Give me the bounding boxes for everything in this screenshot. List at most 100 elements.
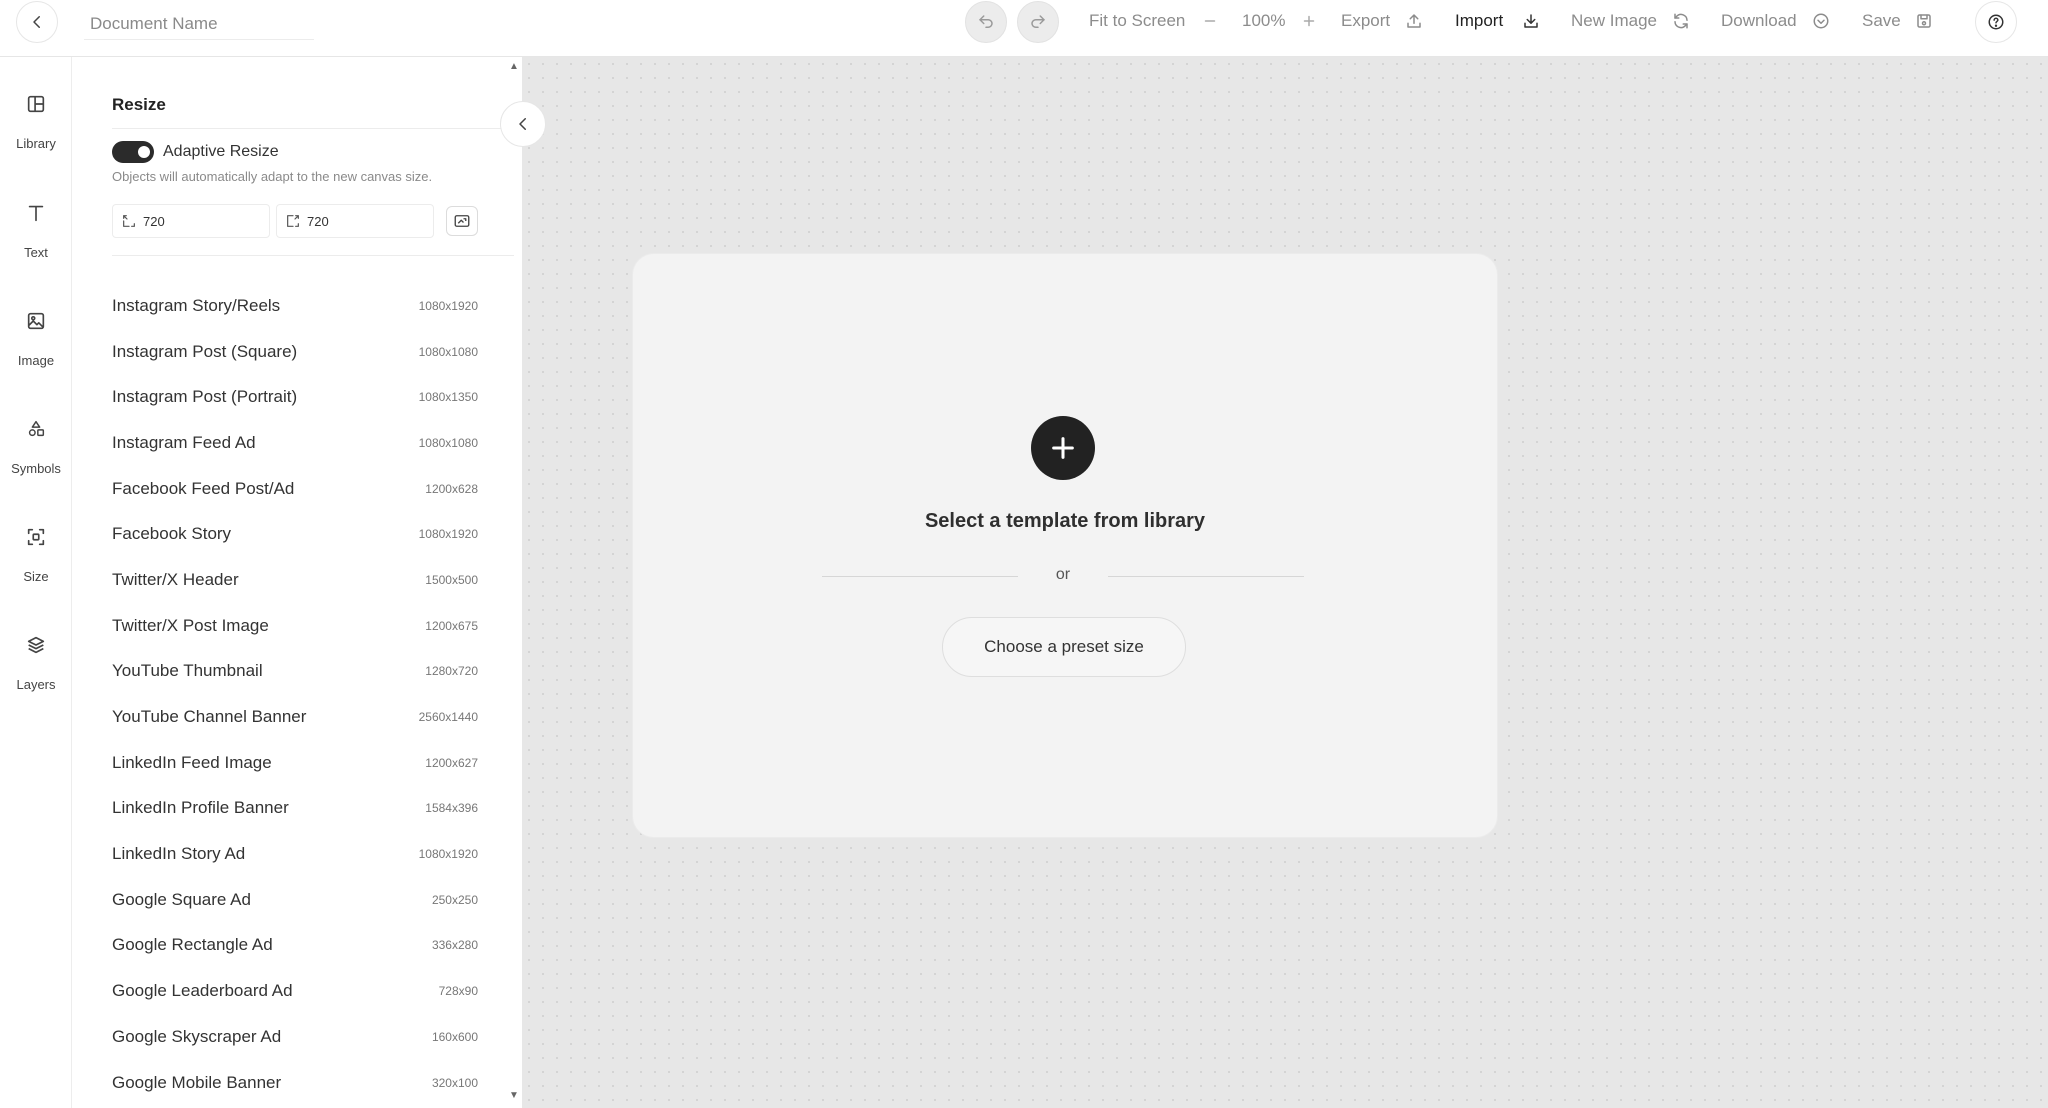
- zoom-out-button[interactable]: [1200, 11, 1220, 31]
- preset-size: 160x600: [431, 1029, 478, 1044]
- save-icon[interactable]: [1914, 11, 1934, 31]
- rail-label-layers: Layers: [16, 677, 56, 692]
- library-icon: [14, 82, 58, 126]
- help-icon: [1988, 14, 2004, 30]
- preset-name: YouTube Channel Banner: [112, 707, 307, 727]
- rail-item-size[interactable]: Size: [0, 515, 72, 605]
- preset-item[interactable]: Twitter/X Post Image 1200x675: [112, 603, 478, 649]
- undo-button[interactable]: [965, 1, 1007, 43]
- height-input[interactable]: 720: [276, 204, 434, 238]
- preset-size: 1080x1350: [418, 390, 478, 405]
- preset-size: 2560x1440: [418, 710, 478, 725]
- plus-icon: [1303, 15, 1315, 27]
- symbols-icon: [14, 407, 58, 451]
- preset-name: Instagram Post (Portrait): [112, 387, 298, 407]
- preset-name: Google Mobile Banner: [112, 1072, 282, 1092]
- empty-state-card: [632, 253, 1498, 838]
- top-toolbar: Fit to Screen 100% Export Import New Ima…: [0, 0, 2048, 57]
- preset-item[interactable]: Google Leaderboard Ad 728x90: [112, 968, 478, 1014]
- height-value: 720: [307, 213, 329, 229]
- preset-item[interactable]: LinkedIn Story Ad 1080x1920: [112, 831, 478, 877]
- zoom-in-button[interactable]: [1299, 11, 1319, 31]
- preset-name: Twitter/X Header: [112, 569, 239, 589]
- preset-item[interactable]: LinkedIn Profile Banner 1584x396: [112, 786, 478, 832]
- preset-item[interactable]: Google Square Ad 250x250: [112, 877, 478, 923]
- preset-item[interactable]: Google Mobile Banner 320x100: [112, 1060, 478, 1106]
- scroll-up-arrow[interactable]: ▲: [509, 62, 519, 72]
- rail-item-text[interactable]: Text: [0, 191, 72, 281]
- preset-size: 1080x1920: [418, 847, 478, 862]
- preset-size: 1500x500: [425, 572, 478, 587]
- preset-name: Google Square Ad: [112, 889, 251, 909]
- preset-item[interactable]: Instagram Feed Ad 1080x1080: [112, 420, 478, 466]
- toggle-knob: [138, 146, 150, 158]
- empty-state-title: Select a template from library: [924, 510, 1206, 532]
- preset-name: Google Rectangle Ad: [112, 935, 273, 955]
- download-button[interactable]: Download: [1721, 10, 1797, 32]
- zoom-level: 100%: [1242, 11, 1286, 30]
- rail-item-image[interactable]: Image: [0, 299, 72, 389]
- scroll-down-arrow[interactable]: ▼: [509, 1091, 519, 1101]
- preset-size: 1584x396: [425, 801, 478, 816]
- resize-panel: Resize Adaptive Resize Objects will auto…: [80, 57, 522, 1108]
- undo-icon: [979, 15, 993, 28]
- redo-button[interactable]: [1017, 1, 1059, 43]
- collapse-panel-button[interactable]: [500, 101, 546, 147]
- preset-list: Instagram Story/Reels 1080x1920 Instagram…: [112, 283, 478, 1105]
- new-image-button[interactable]: New Image: [1571, 10, 1657, 32]
- rail-label-library: Library: [16, 136, 56, 151]
- back-button[interactable]: [16, 1, 58, 43]
- document-name-input[interactable]: [84, 8, 314, 40]
- preset-item[interactable]: YouTube Channel Banner 2560x1440: [112, 694, 478, 740]
- adaptive-resize-toggle[interactable]: [112, 141, 154, 163]
- width-icon: [123, 215, 135, 227]
- preset-name: Google Skyscraper Ad: [112, 1026, 282, 1046]
- preset-item[interactable]: Facebook Feed Post/Ad 1200x628: [112, 466, 478, 512]
- size-icon: [14, 515, 58, 559]
- width-input[interactable]: 720: [112, 204, 270, 238]
- rail-label-text: Text: [24, 245, 48, 260]
- preset-item[interactable]: Twitter/X Header 1500x500: [112, 557, 478, 603]
- preset-item[interactable]: Instagram Post (Portrait) 1080x1350: [112, 374, 478, 420]
- rail-item-library[interactable]: Library: [0, 82, 72, 172]
- aspect-ratio-icon: [454, 215, 470, 227]
- aspect-ratio-button[interactable]: [446, 206, 478, 236]
- preset-name: LinkedIn Feed Image: [112, 752, 272, 772]
- refresh-icon[interactable]: [1671, 11, 1691, 31]
- preset-name: Twitter/X Post Image: [112, 615, 269, 635]
- panel-divider: [112, 255, 514, 256]
- text-icon: [14, 191, 58, 235]
- width-value: 720: [143, 213, 165, 229]
- preset-item[interactable]: Google Rectangle Ad 336x280: [112, 923, 478, 969]
- export-button[interactable]: Export: [1341, 10, 1390, 32]
- download-arrow-icon[interactable]: [1521, 11, 1541, 31]
- panel-title: Resize: [112, 95, 166, 114]
- export-icon[interactable]: [1404, 11, 1424, 31]
- preset-name: Instagram Post (Square): [112, 341, 298, 361]
- preset-size: 1200x675: [425, 618, 478, 633]
- import-button[interactable]: Import: [1455, 10, 1503, 32]
- preset-name: LinkedIn Profile Banner: [112, 798, 289, 818]
- preset-item[interactable]: Instagram Post (Square) 1080x1080: [112, 329, 478, 375]
- add-template-button[interactable]: [1031, 416, 1095, 480]
- chevron-circle-icon[interactable]: [1811, 11, 1831, 31]
- preset-item[interactable]: LinkedIn Feed Image 1200x627: [112, 740, 478, 786]
- preset-item[interactable]: YouTube Thumbnail 1280x720: [112, 649, 478, 695]
- save-button[interactable]: Save: [1862, 10, 1901, 32]
- panel-divider: [112, 128, 514, 129]
- fit-to-screen-button[interactable]: Fit to Screen: [1089, 10, 1185, 32]
- preset-size: 1080x1080: [418, 344, 478, 359]
- preset-item[interactable]: Instagram Story/Reels 1080x1920: [112, 283, 478, 329]
- rail-item-symbols[interactable]: Symbols: [0, 407, 72, 497]
- choose-preset-button[interactable]: Choose a preset size: [942, 617, 1186, 677]
- preset-size: 1200x627: [425, 755, 478, 770]
- preset-size: 336x280: [431, 938, 478, 953]
- preset-item[interactable]: Google Skyscraper Ad 160x600: [112, 1014, 478, 1060]
- preset-size: 1080x1920: [418, 527, 478, 542]
- rail-item-layers[interactable]: Layers: [0, 623, 72, 713]
- image-icon: [14, 299, 58, 343]
- preset-name: LinkedIn Story Ad: [112, 844, 246, 864]
- preset-item[interactable]: Facebook Story 1080x1920: [112, 511, 478, 557]
- help-button[interactable]: [1975, 1, 2017, 43]
- layers-icon: [14, 623, 58, 667]
